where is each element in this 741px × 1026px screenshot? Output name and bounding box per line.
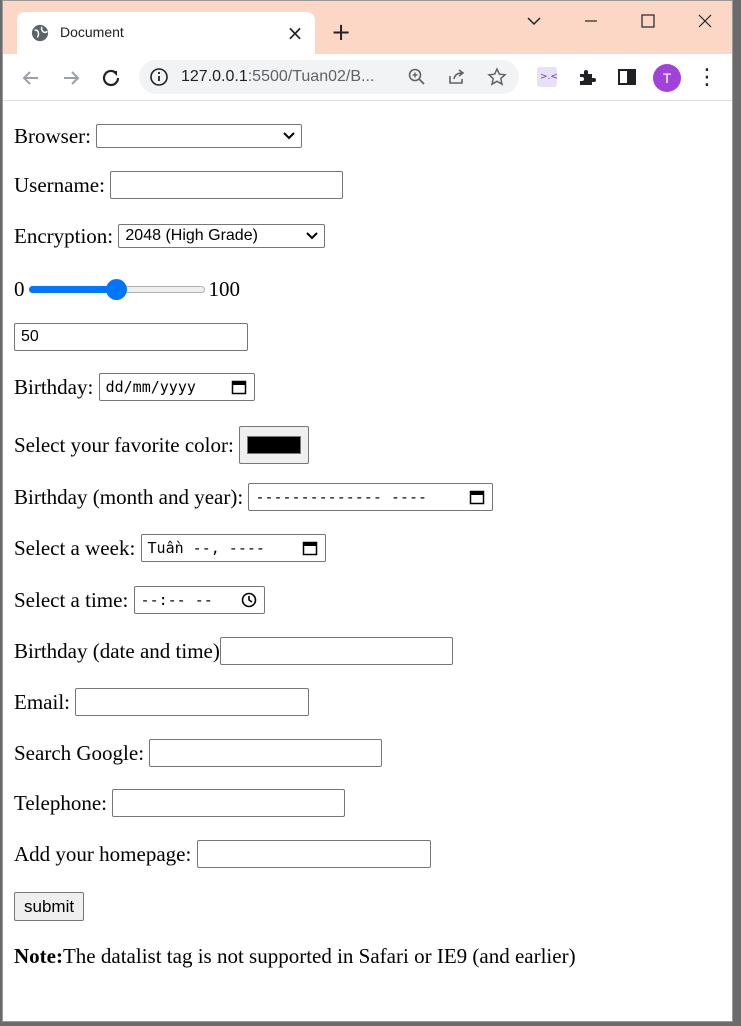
email-input[interactable] [75,688,310,716]
browser-row: Browser: [14,121,303,151]
search-row: Search Google: [14,738,383,768]
browser-tab[interactable]: Document × [17,12,315,54]
calendar-icon[interactable] [302,540,318,556]
month-input[interactable]: -------------- ---- [248,483,494,511]
calendar-icon[interactable] [231,379,247,395]
browser-window: Document × + 127.0.0.1:5500/Tuan02/B... … [2,0,733,1022]
range-row: 0 100 [14,274,240,304]
birthday-label: Birthday: [14,375,94,399]
week-input[interactable]: Tuần --, ---- [140,534,326,562]
chevron-down-icon [283,132,295,140]
output-row: 50 [14,322,248,352]
submit-row: submit [14,891,85,921]
back-icon[interactable] [19,66,43,90]
puzzle-icon[interactable] [576,66,598,88]
birthday-date-input[interactable]: dd/mm/yyyy [98,373,255,401]
star-icon[interactable] [487,67,507,87]
homepage-row: Add your homepage: [14,839,431,869]
slider-thumb[interactable] [106,279,127,300]
share-icon[interactable] [447,67,467,87]
url-path: :5500/Tuan02/B... [247,68,375,85]
tab-title: Document [60,24,124,40]
birthday-row: Birthday: dd/mm/yyyy [14,372,255,402]
menu-icon[interactable]: ⋮ [696,66,718,90]
submit-button[interactable]: submit [14,891,85,921]
color-swatch [247,436,302,454]
maximize-icon[interactable] [636,9,660,33]
username-row: Username: [14,170,344,200]
range-output-field[interactable]: 50 [14,323,248,351]
info-icon[interactable] [149,67,169,87]
address-bar[interactable]: 127.0.0.1:5500/Tuan02/B... [139,60,519,94]
week-row: Select a week: Tuần --, ---- [14,533,326,563]
slider-fill [28,286,117,293]
range-min-label: 0 [14,277,25,301]
reload-icon[interactable] [99,66,123,90]
datetime-row: Birthday (date and time) [14,636,453,666]
extension-icon[interactable]: >.< [536,66,558,88]
calendar-icon[interactable] [469,489,485,505]
browser-toolbar: 127.0.0.1:5500/Tuan02/B... >.< T ⋮ [3,54,732,101]
encryption-select[interactable]: 2048 (High Grade) [118,224,326,248]
url-host: 127.0.0.1 [181,68,248,85]
note-bold: Note: [14,944,63,968]
time-row: Select a time: --:-- -- [14,585,265,615]
chevron-down-icon [306,232,319,240]
username-label: Username: [14,173,105,197]
range-max-label: 100 [208,277,241,301]
email-row: Email: [14,687,310,717]
globe-icon [31,24,49,42]
week-label: Select a week: [14,536,136,560]
page-content: Browser: Username: Encryption: 2048 (Hig… [3,102,732,1021]
svg-text:>.<: >.< [540,72,558,82]
month-label: Birthday (month and year): [14,485,244,509]
window-close-icon[interactable] [693,9,717,33]
homepage-input[interactable] [196,840,431,868]
url-text[interactable]: 127.0.0.1:5500/Tuan02/B... [181,68,389,88]
search-label: Search Google: [14,741,145,765]
datetime-label: Birthday (date and time) [14,639,220,663]
color-picker[interactable] [239,426,310,464]
time-input[interactable]: --:-- -- [133,586,265,614]
telephone-input[interactable] [112,789,346,817]
color-label: Select your favorite color: [14,433,234,457]
browser-label: Browser: [14,124,91,148]
avatar[interactable]: T [653,64,681,92]
title-bar: Document × + [3,1,732,54]
chevron-down-icon[interactable] [522,9,546,33]
sidepanel-icon[interactable] [616,66,638,88]
encryption-label: Encryption: [14,224,114,248]
browser-select[interactable] [96,124,303,148]
minimize-icon[interactable] [579,9,603,33]
telephone-label: Telephone: [14,791,107,815]
search-input[interactable] [149,739,383,767]
email-label: Email: [14,690,70,714]
color-row: Select your favorite color: [14,426,310,464]
range-slider[interactable] [28,279,205,300]
encryption-row: Encryption: 2048 (High Grade) [14,221,326,251]
close-icon[interactable]: × [285,23,305,43]
note-row: Note: The datalist tag is not supported … [14,941,576,971]
datetime-input[interactable] [219,637,453,665]
plus-icon[interactable]: + [329,20,353,44]
homepage-label: Add your homepage: [14,842,192,866]
time-label: Select a time: [14,588,129,612]
clock-icon[interactable] [241,592,257,608]
telephone-row: Telephone: [14,788,346,818]
zoom-icon[interactable] [407,67,427,87]
month-row: Birthday (month and year): -------------… [14,482,494,512]
note-text: The datalist tag is not supported in Saf… [62,944,576,968]
forward-icon[interactable] [59,66,83,90]
username-input[interactable] [110,171,344,199]
